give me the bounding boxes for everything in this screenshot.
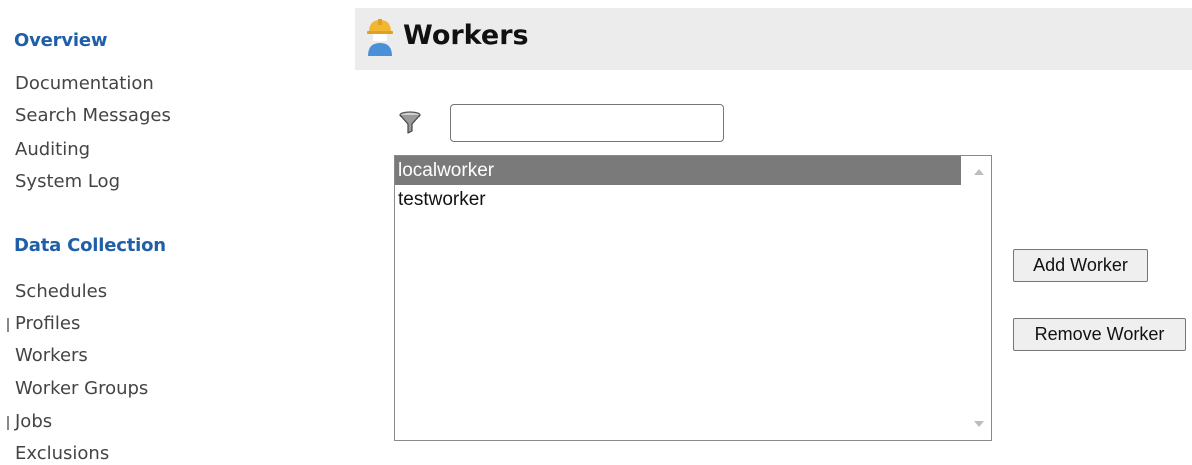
workers-listbox[interactable]: localworker testworker	[394, 155, 992, 441]
expand-marker	[7, 318, 9, 332]
sidebar-item-system-log[interactable]: System Log	[15, 171, 120, 192]
sidebar-item-workers[interactable]: Workers	[15, 345, 88, 366]
list-item-testworker[interactable]: testworker	[395, 185, 961, 214]
expand-marker	[7, 416, 9, 430]
sidebar-item-worker-groups[interactable]: Worker Groups	[15, 378, 148, 399]
worker-hardhat-icon	[367, 19, 393, 56]
sidebar-item-documentation[interactable]: Documentation	[15, 73, 154, 94]
page-header: Workers	[355, 8, 1192, 70]
scroll-up-icon[interactable]	[974, 169, 984, 175]
page-title: Workers	[403, 20, 529, 51]
filter-funnel-icon	[399, 111, 421, 134]
scroll-down-icon[interactable]	[974, 421, 984, 427]
list-item-localworker[interactable]: localworker	[395, 156, 961, 185]
sidebar-section-overview[interactable]: Overview	[14, 30, 107, 51]
sidebar-item-auditing[interactable]: Auditing	[15, 139, 90, 160]
remove-worker-button[interactable]: Remove Worker	[1013, 318, 1186, 351]
sidebar-item-search-messages[interactable]: Search Messages	[15, 105, 171, 126]
listbox-scrollbar[interactable]	[967, 156, 991, 440]
filter-input[interactable]	[450, 104, 724, 142]
sidebar-item-schedules[interactable]: Schedules	[15, 281, 107, 302]
sidebar-section-data-collection[interactable]: Data Collection	[14, 235, 166, 256]
sidebar-item-jobs[interactable]: Jobs	[15, 411, 52, 432]
sidebar-item-exclusions[interactable]: Exclusions	[15, 443, 109, 464]
add-worker-button[interactable]: Add Worker	[1013, 249, 1148, 282]
sidebar-item-profiles[interactable]: Profiles	[15, 313, 80, 334]
sidebar: Overview Documentation Search Messages A…	[0, 0, 355, 465]
